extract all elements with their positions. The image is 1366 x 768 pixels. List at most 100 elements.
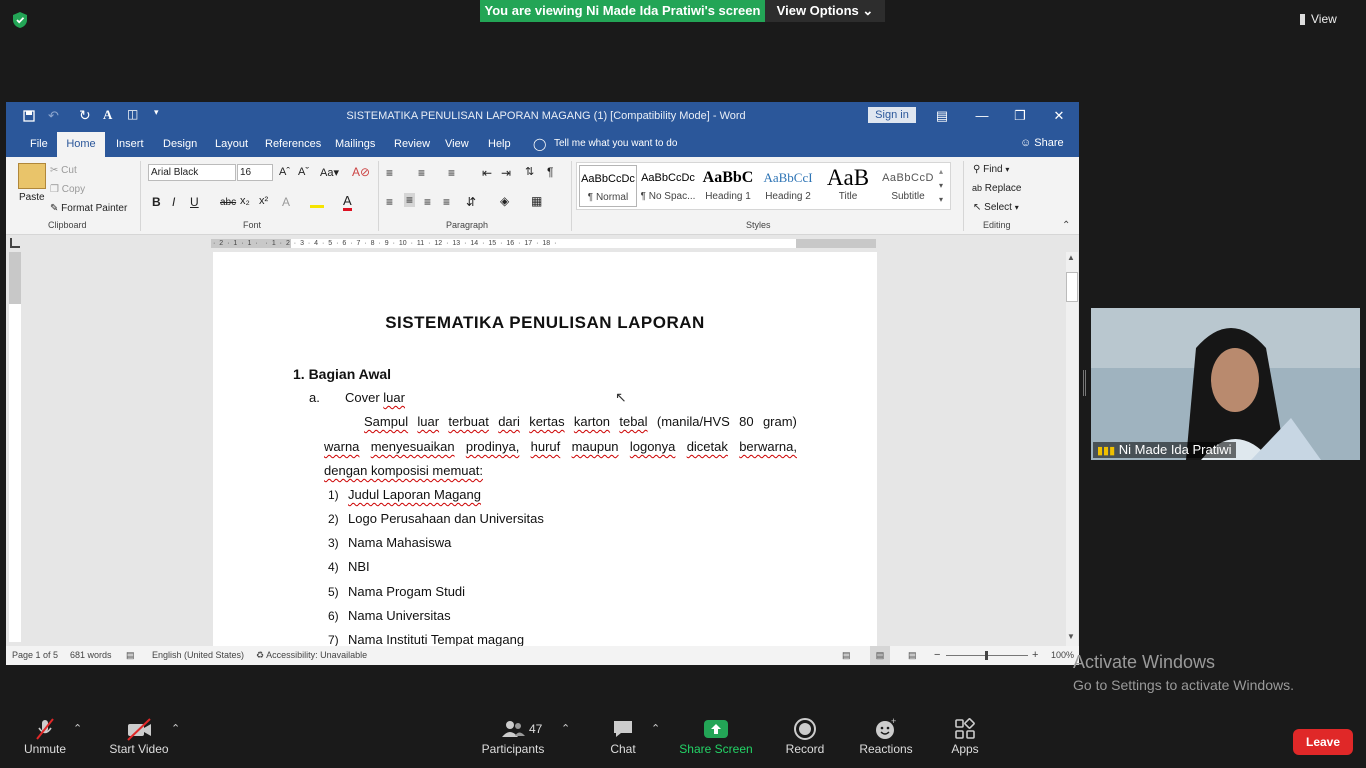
tab-layout[interactable]: Layout xyxy=(207,132,256,157)
tell-me-search[interactable]: Tell me what you want to do xyxy=(554,138,677,149)
minimize-icon[interactable]: — xyxy=(972,108,992,124)
bold-icon[interactable]: B xyxy=(152,195,161,209)
align-left-icon[interactable]: ≡ xyxy=(386,195,393,209)
vertical-ruler[interactable] xyxy=(9,252,21,642)
tab-selector-icon[interactable] xyxy=(10,238,20,248)
styles-scroll-down-icon[interactable]: ▾ xyxy=(939,181,943,190)
customize-qat-icon[interactable]: ▾ xyxy=(154,107,159,118)
tab-view[interactable]: View xyxy=(437,132,477,157)
language[interactable]: English (United States) xyxy=(152,646,244,665)
participant-video[interactable] xyxy=(1091,308,1360,460)
shading-icon[interactable]: ◈ xyxy=(500,194,509,208)
ribbon-display-icon[interactable]: ▤ xyxy=(932,108,952,124)
style-heading-2[interactable]: AaBbCcI Heading 2 xyxy=(759,165,817,207)
select-button[interactable]: ↖ Select ▾ xyxy=(973,202,1019,213)
redo-icon[interactable]: ↻ xyxy=(79,107,91,124)
align-right-icon[interactable]: ≡ xyxy=(424,195,431,209)
multilevel-list-icon[interactable]: ≡ xyxy=(448,166,455,180)
chat-caret-icon[interactable]: ⌃ xyxy=(651,722,660,735)
style-subtitle[interactable]: AaBbCcD Subtitle xyxy=(879,165,937,207)
vertical-scrollbar[interactable]: ▲ ▼ xyxy=(1066,252,1078,646)
security-shield-icon[interactable] xyxy=(10,10,30,30)
view-options-button[interactable]: View Options ⌄ xyxy=(765,0,885,22)
scroll-up-icon[interactable]: ▲ xyxy=(1067,253,1075,262)
zoom-in-icon[interactable]: + xyxy=(1032,646,1038,665)
style-heading-1[interactable]: AaBbC Heading 1 xyxy=(699,165,757,207)
styles-scroll-up-icon[interactable]: ▴ xyxy=(939,167,943,176)
tab-file[interactable]: File xyxy=(22,132,56,157)
style-title[interactable]: AaB Title xyxy=(819,165,877,207)
cut-button[interactable]: ✂ Cut xyxy=(50,165,77,176)
document-page[interactable]: SISTEMATIKA PENULISAN LAPORAN 1. Bagian … xyxy=(213,252,877,652)
decrease-indent-icon[interactable]: ⇤ xyxy=(482,166,492,180)
chat-button[interactable]: Chat xyxy=(603,716,643,756)
video-options-caret-icon[interactable]: ⌃ xyxy=(171,722,180,735)
change-case-icon[interactable]: Aa▾ xyxy=(320,166,339,179)
font-size-select[interactable]: 16 xyxy=(237,164,273,181)
share-button[interactable]: ☺ Share xyxy=(1020,137,1064,149)
grow-font-icon[interactable]: Aˆ xyxy=(279,166,290,178)
apps-button[interactable]: Apps xyxy=(945,716,985,756)
sort-icon[interactable]: ⇅ xyxy=(525,165,534,178)
find-button[interactable]: ⚲ Find ▾ xyxy=(973,164,1009,175)
proofing-icon[interactable]: ▤ xyxy=(126,646,135,665)
tab-help[interactable]: Help xyxy=(480,132,519,157)
print-layout-icon[interactable]: ▤ xyxy=(870,646,890,665)
share-screen-button[interactable]: Share Screen xyxy=(678,716,754,756)
scroll-thumb[interactable] xyxy=(1066,272,1078,302)
word-count[interactable]: 681 words xyxy=(70,646,112,665)
accessibility-status[interactable]: ♻ Accessibility: Unavailable xyxy=(256,646,367,665)
zoom-slider-thumb[interactable] xyxy=(985,651,988,660)
format-painter-button[interactable]: ✎ Format Painter xyxy=(50,203,127,214)
horizontal-ruler[interactable]: · 2 · 1 · 1 · · 1 · 2 · 3 · 4 · 5 · 6 · … xyxy=(211,239,876,248)
shrink-font-icon[interactable]: Aˇ xyxy=(298,166,309,178)
tab-references[interactable]: References xyxy=(257,132,329,157)
zoom-out-icon[interactable]: − xyxy=(934,646,940,665)
font-color-icon[interactable]: A xyxy=(343,193,352,211)
scroll-down-icon[interactable]: ▼ xyxy=(1067,632,1075,641)
underline-icon[interactable]: U xyxy=(190,195,199,209)
replace-button[interactable]: ab Replace xyxy=(972,183,1022,194)
tab-mailings[interactable]: Mailings xyxy=(327,132,383,157)
record-button[interactable]: Record xyxy=(783,716,827,756)
read-mode-icon[interactable]: ▤ xyxy=(842,646,851,665)
borders-icon[interactable]: ▦ xyxy=(531,194,542,208)
align-center-icon[interactable]: ≡ xyxy=(404,193,416,207)
view-button[interactable]: View xyxy=(1300,8,1360,30)
web-layout-icon[interactable]: ▤ xyxy=(908,646,917,665)
superscript-icon[interactable]: x² xyxy=(259,195,268,207)
styles-more-icon[interactable]: ▾ xyxy=(939,195,943,204)
tab-design[interactable]: Design xyxy=(155,132,205,157)
panel-splitter-handle[interactable] xyxy=(1083,370,1086,396)
increase-indent-icon[interactable]: ⇥ xyxy=(501,166,511,180)
audio-options-caret-icon[interactable]: ⌃ xyxy=(73,722,82,735)
collapse-ribbon-icon[interactable]: ⌃ xyxy=(1062,220,1070,231)
start-video-button[interactable]: Start Video xyxy=(105,716,173,756)
clear-formatting-icon[interactable]: A⊘ xyxy=(352,165,370,179)
show-marks-icon[interactable]: ¶ xyxy=(547,165,553,179)
leave-button[interactable]: Leave xyxy=(1293,729,1353,755)
page-count[interactable]: Page 1 of 5 xyxy=(12,646,58,665)
unmute-button[interactable]: Unmute xyxy=(20,716,70,756)
tab-insert[interactable]: Insert xyxy=(108,132,152,157)
tab-home[interactable]: Home xyxy=(57,132,105,157)
subscript-icon[interactable]: x₂ xyxy=(240,195,250,207)
participants-caret-icon[interactable]: ⌃ xyxy=(561,722,570,735)
undo-icon[interactable]: ↶ xyxy=(48,108,59,124)
line-spacing-icon[interactable]: ⇵ xyxy=(466,195,476,209)
highlight-icon[interactable] xyxy=(310,194,324,208)
bullets-icon[interactable]: ≡ xyxy=(386,166,393,180)
close-icon[interactable]: ✕ xyxy=(1049,108,1069,124)
font-name-select[interactable]: Arial Black xyxy=(148,164,236,181)
justify-icon[interactable]: ≡ xyxy=(443,195,450,209)
italic-icon[interactable]: I xyxy=(172,195,175,209)
style-no-spacing[interactable]: AaBbCcDc ¶ No Spac... xyxy=(639,165,697,207)
copy-button[interactable]: ❐ Copy xyxy=(50,184,85,195)
tab-review[interactable]: Review xyxy=(386,132,438,157)
zoom-level[interactable]: 100% xyxy=(1051,646,1074,665)
text-effects-icon[interactable]: A xyxy=(282,195,290,209)
sign-in-button[interactable]: Sign in xyxy=(868,107,916,123)
style-normal[interactable]: AaBbCcDc ¶ Normal xyxy=(579,165,637,207)
strikethrough-icon[interactable]: abc xyxy=(220,197,236,208)
numbering-icon[interactable]: ≡ xyxy=(418,166,425,180)
